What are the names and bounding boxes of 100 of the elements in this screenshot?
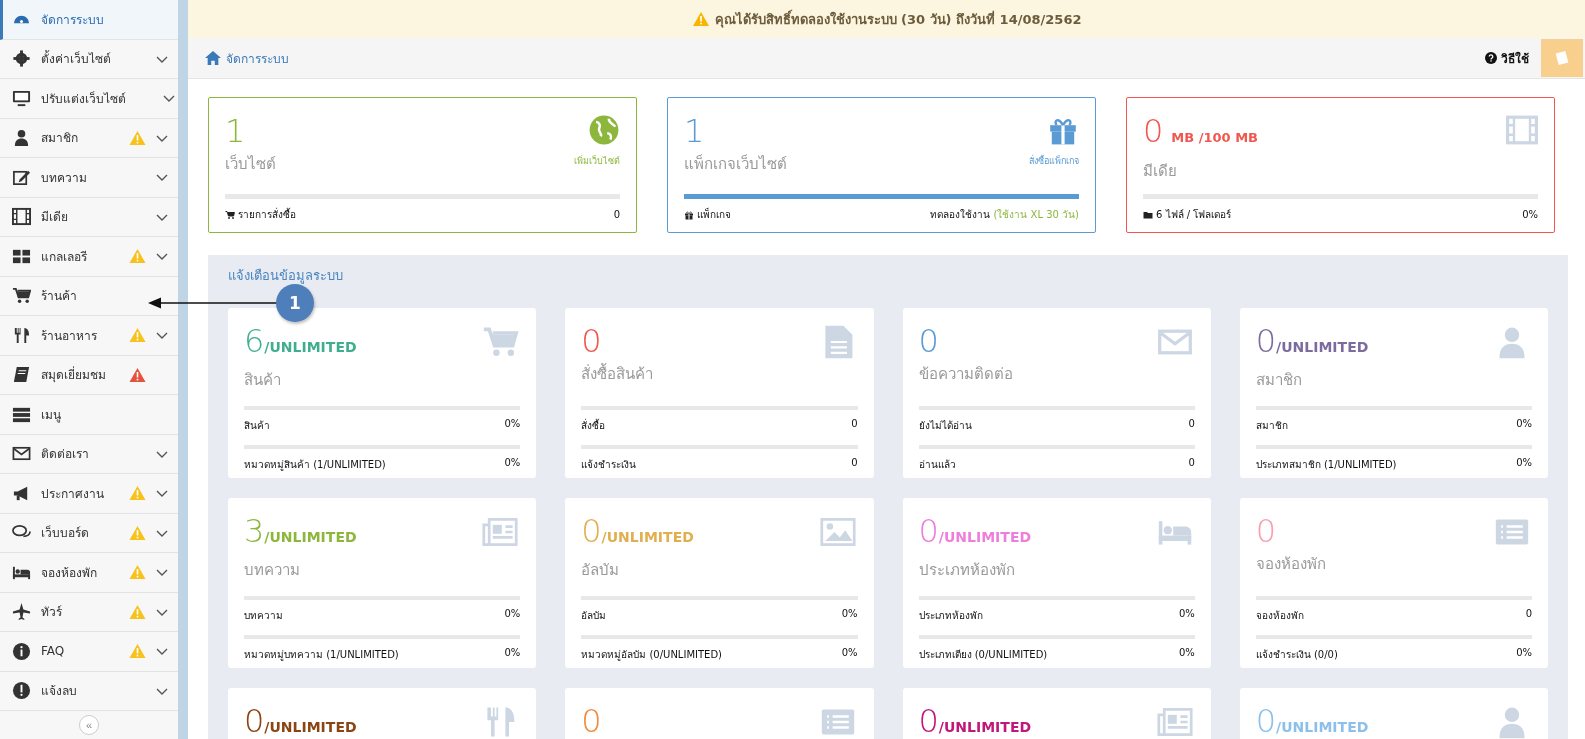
stat-value: 0% [1516,418,1532,431]
card-title: แพ็กเกจเว็บไซต์ [684,153,787,175]
stat-value: 0% [504,418,521,431]
sidebar-item[interactable]: เมนู [0,395,178,435]
count-value: 1 [684,114,706,148]
stat-value: 0 [1525,608,1532,621]
sidebar-item[interactable]: ประกาศงาน [0,474,178,514]
sidebar-item[interactable]: บทความ [0,158,178,198]
plane-icon [12,602,31,622]
footer-value: 0% [1522,209,1538,220]
trial-notice: คุณได้รับสิทธิ์ทดลองใช้งานระบบ (30 วัน) ถึงวันที่ 14/08/2562 [714,8,1082,30]
stat-value: 0% [1516,647,1532,660]
home-icon [204,50,222,66]
count-value: 0 [581,704,602,738]
sidebar-item[interactable]: ติดต่อเรา [0,434,178,474]
card-title: อัลบัม [581,560,621,581]
stat-label: อ่านแล้ว [918,458,956,472]
folder-icon [1143,209,1153,220]
count-value: 0/UNLIMITED [1255,324,1369,362]
section-title: แจ้งเตือนข้อมูลระบบ [228,267,344,286]
user-icon [12,128,31,148]
card-title: สมาชิก [1255,370,1303,391]
collapse-button[interactable]: « [79,715,99,735]
count-value: 0/UNLIMITED [1255,704,1369,739]
stat-value: 0 [1188,418,1195,431]
info-icon [12,641,31,661]
stat-value: 0 [1188,457,1195,470]
stat-label: ประเภทสมาชิก (1/UNLIMITED) [1255,458,1397,472]
card-title: เว็บไซต์ [225,153,276,175]
footer-value: 0 [613,209,620,220]
count-value: 1 [225,114,247,148]
exclamation-icon [12,681,31,701]
card-title: มีเดีย [1143,161,1178,182]
sidebar-item[interactable]: แจ้งลบ [0,671,178,711]
stat-label: ประเภทเตียง (0/UNLIMITED) [918,648,1048,662]
warning-icon [691,11,710,27]
sidebar-item[interactable]: ทัวร์ [0,592,178,632]
globe-icon [588,114,620,146]
settings-icon [12,49,31,69]
help-icon [1485,52,1497,64]
sidebar-item[interactable]: ตั้งค่าเว็บไซต์ [0,39,178,79]
card-title: ข้อความติดต่อ [918,364,1013,385]
book-icon [12,365,31,385]
stat-value: 0% [504,457,521,470]
stat-label: อัลบัม [581,609,607,623]
film-icon [1506,114,1538,146]
stat-label: ประเภทห้องพัก [918,609,983,623]
sidebar-item[interactable]: มีเดีย [0,197,178,237]
count-value: 0/UNLIMITED [581,514,694,552]
stat-label: หมวดหมู่สินค้า (1/UNLIMITED) [244,458,386,472]
card-title: ประเภทห้องพัก [918,560,1016,581]
gift-icon [684,209,694,220]
stat-value: 0% [504,647,521,660]
stat-value: 0 [851,418,858,431]
stat-label: หมวดหมู่บทความ (1/UNLIMITED) [244,648,399,662]
stat-label: แจ้งชำระเงิน (0/0) [1255,648,1338,662]
stat-value: 0% [504,608,521,621]
stat-value: 0% [841,608,858,621]
stat-label: หมวดหมู่อัลบัม (0/UNLIMITED) [581,648,722,662]
footer-label: รายการสั่งซื้อ [238,207,296,222]
count-value: 0 MB /100 MB [1143,114,1258,152]
cart-icon [12,286,31,306]
count-value: 0/UNLIMITED [244,704,357,739]
stat-value: 0% [1178,608,1195,621]
sidebar-item[interactable]: สมาชิก [0,118,178,158]
note-icon [1554,50,1570,66]
sidebar-item[interactable]: จัดการระบบ [0,0,178,40]
footer-value: ทดลองใช้งาน (ใช้งาน XL 30 วัน) [930,208,1079,222]
notes-button[interactable] [1541,39,1583,77]
stat-label: ยังไม่ได้อ่าน [918,419,972,433]
count-value: 0/UNLIMITED [918,514,1032,552]
breadcrumb-link[interactable]: จัดการระบบ [204,48,289,68]
monitor-icon [12,88,31,108]
sidebar-item[interactable]: สมุดเยี่ยมชม [0,355,178,395]
sidebar-item[interactable]: FAQ [0,632,178,672]
card-title: จองห้องพัก [1255,554,1326,575]
stat-label: จองห้องพัก [1255,609,1304,623]
sidebar-item[interactable]: เว็บบอร์ด [0,513,178,553]
count-value: 6/UNLIMITED [244,324,357,362]
sidebar-item[interactable]: แกลเลอรี [0,237,178,277]
count-value: 0 [918,324,940,358]
footer-label: แพ็กเกจ [697,207,731,222]
cutlery-icon [12,325,31,345]
stat-label: แจ้งชำระเงิน [581,458,637,472]
film-icon [12,207,31,227]
stat-label: สินค้า [244,419,270,433]
stat-value: 0 [851,457,858,470]
stat-label: สมาชิก [1255,419,1288,433]
sidebar-item[interactable]: ปรับแต่งเว็บไซต์ [0,79,178,119]
card-title: สั่งซื้อสินค้า [581,362,654,385]
card-title: สินค้า [244,370,282,391]
stat-label: บทความ [244,609,283,623]
count-value: 3/UNLIMITED [244,514,357,552]
card-title: บทความ [244,560,301,581]
sidebar-item[interactable]: ร้านอาหาร [0,316,178,356]
help-link[interactable]: วิธีใช้ [1501,48,1529,68]
footer-label: 6 ไฟล์ / โฟลเดอร์ [1156,208,1232,222]
stat-value: 0% [1178,647,1195,660]
sidebar-item[interactable]: จองห้องพัก [0,553,178,593]
count-value: 0/UNLIMITED [918,704,1032,739]
